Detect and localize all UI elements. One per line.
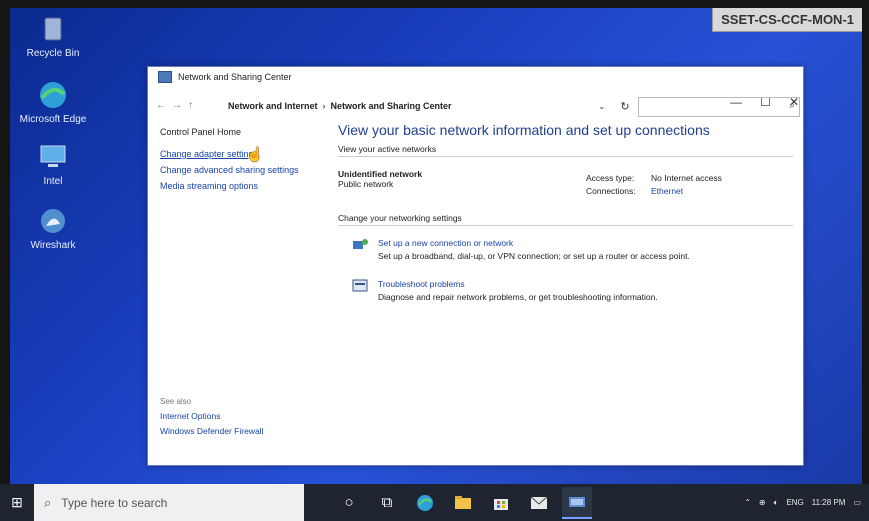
active-networks-title: View your active networks: [338, 144, 793, 157]
volume-icon[interactable]: 🔈︎: [774, 498, 779, 508]
window-title: Network and Sharing Center: [178, 72, 292, 82]
up-button[interactable]: ↑: [188, 100, 199, 111]
search-input[interactable]: ⌕: [638, 97, 800, 117]
change-advanced-sharing-link[interactable]: Change advanced sharing settings: [160, 165, 310, 175]
start-button[interactable]: ⊞: [0, 484, 34, 521]
connections-label: Connections:: [586, 186, 636, 196]
breadcrumb-separator: ›: [322, 101, 326, 111]
taskbar-search-input[interactable]: ⌕ Type here to search: [34, 484, 304, 521]
active-network: Unidentified network Public network Acce…: [338, 169, 793, 213]
access-type-value: No Internet access: [651, 173, 722, 183]
troubleshoot-icon: [352, 279, 368, 293]
monitor-frame: SSET-CS-CCF-MON-1 Recycle Bin Microsoft …: [0, 0, 869, 521]
taskbar: ⊞ ⌕ Type here to search ○ ⧉ ⌃ ⊕ 🔈︎ ENG 1…: [0, 484, 869, 521]
control-panel-home-link[interactable]: Control Panel Home: [160, 127, 310, 137]
task-view-icon[interactable]: ⧉: [372, 488, 402, 518]
mail-icon[interactable]: [524, 488, 554, 518]
notification-icon[interactable]: ▭: [853, 498, 861, 507]
main-content: View your basic network information and …: [338, 122, 793, 320]
desktop-icon-recycle-bin[interactable]: Recycle Bin: [18, 14, 88, 59]
task-new-connection[interactable]: Set up a new connection or network Set u…: [352, 238, 793, 261]
mouse-cursor-icon: ☝: [246, 146, 264, 162]
windows-logo-icon: ⊞: [11, 494, 23, 510]
task-link[interactable]: Troubleshoot problems: [378, 279, 793, 289]
edge-taskbar-icon[interactable]: [410, 488, 440, 518]
store-icon[interactable]: [486, 488, 516, 518]
desktop-icon-computer[interactable]: Intel: [18, 142, 88, 187]
address-dropdown-button[interactable]: ⌄: [598, 101, 606, 112]
forward-button[interactable]: →: [172, 100, 188, 111]
desktop-icon-label: Recycle Bin: [26, 48, 80, 59]
internet-options-link[interactable]: Internet Options: [160, 411, 263, 421]
task-description: Diagnose and repair network problems, or…: [378, 292, 658, 302]
desktop-icon-wireshark[interactable]: Wireshark: [18, 206, 88, 251]
desktop-icon-edge[interactable]: Microsoft Edge: [18, 80, 88, 125]
system-tray: ⌃ ⊕ 🔈︎ ENG 11:28 PM ▭: [744, 484, 861, 521]
breadcrumb-item[interactable]: Network and Sharing Center: [331, 101, 452, 111]
network-access-info: Access type: No Internet access Connecti…: [586, 173, 722, 199]
file-explorer-icon[interactable]: [448, 488, 478, 518]
network-name: Unidentified network: [338, 169, 423, 179]
desktop-icon-label: Intel: [43, 176, 63, 187]
cortana-icon[interactable]: ○: [334, 488, 364, 518]
see-also-links: Internet Options Windows Defender Firewa…: [160, 411, 263, 441]
clock[interactable]: 11:28 PM: [812, 498, 846, 507]
desktop: SSET-CS-CCF-MON-1 Recycle Bin Microsoft …: [10, 8, 862, 484]
change-adapter-settings-link[interactable]: Change adapter settings: [160, 149, 310, 159]
search-icon: ⌕: [789, 100, 795, 111]
language-indicator[interactable]: ENG: [786, 498, 803, 507]
see-also-title: See also: [160, 397, 192, 406]
left-panel: Control Panel Home Change adapter settin…: [160, 127, 310, 197]
network-tray-icon[interactable]: ⊕: [759, 498, 766, 507]
breadcrumb-item[interactable]: Network and Internet: [228, 101, 318, 111]
shark-fin-icon: [36, 206, 70, 236]
page-title: View your basic network information and …: [338, 122, 710, 138]
network-setup-icon: [352, 238, 368, 252]
network-type: Public network: [338, 179, 394, 189]
computer-icon: [36, 142, 70, 172]
search-placeholder: Type here to search: [61, 495, 168, 510]
nav-buttons: ←→↑: [156, 100, 199, 111]
network-center-icon: [158, 71, 172, 83]
address-bar: ←→↑ Network and Internet › Network and Sha…: [148, 97, 803, 119]
breadcrumb[interactable]: Network and Internet › Network and Sharing…: [228, 101, 452, 111]
task-description: Set up a broadband, dial-up, or VPN conn…: [378, 251, 690, 261]
network-sharing-center-window[interactable]: Network and Sharing Center — ☐ ✕ ←→↑ Net…: [147, 66, 804, 466]
refresh-button[interactable]: ↻: [616, 98, 634, 116]
access-type-label: Access type:: [586, 173, 635, 183]
title-bar[interactable]: Network and Sharing Center: [148, 67, 803, 87]
task-link[interactable]: Set up a new connection or network: [378, 238, 793, 248]
firewall-link[interactable]: Windows Defender Firewall: [160, 426, 263, 436]
taskbar-apps: ○ ⧉: [334, 486, 592, 519]
asset-sticker: SSET-CS-CCF-MON-1: [712, 8, 862, 32]
search-icon: ⌕: [44, 494, 52, 510]
ethernet-connection-link[interactable]: Ethernet: [651, 186, 683, 196]
tray-expand-icon[interactable]: ⌃: [744, 498, 751, 507]
back-button[interactable]: ←: [156, 100, 172, 111]
recycle-bin-icon: [36, 14, 70, 44]
desktop-icon-label: Microsoft Edge: [19, 114, 87, 125]
edge-icon: [36, 80, 70, 110]
media-streaming-link[interactable]: Media streaming options: [160, 181, 310, 191]
change-settings-title: Change your networking settings: [338, 213, 793, 226]
desktop-icon-label: Wireshark: [30, 240, 76, 251]
network-center-taskbar-icon[interactable]: [562, 486, 592, 519]
task-troubleshoot[interactable]: Troubleshoot problems Diagnose and repai…: [352, 279, 793, 302]
